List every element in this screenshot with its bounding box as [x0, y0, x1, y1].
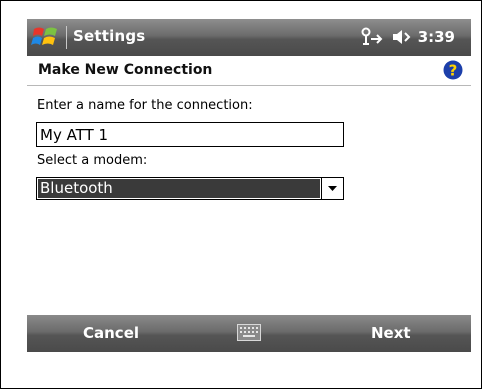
connection-name-label: Enter a name for the connection: [37, 98, 253, 113]
modem-select[interactable]: Bluetooth [36, 177, 344, 200]
app-title: Settings [73, 27, 146, 45]
page-title: Make New Connection [38, 62, 213, 78]
title-separator [66, 26, 67, 49]
volume-icon[interactable] [391, 27, 411, 47]
softkey-bar: Cancel Next [27, 315, 471, 352]
modem-selected-value[interactable]: Bluetooth [38, 179, 320, 198]
connectivity-icon[interactable] [360, 27, 384, 47]
help-icon[interactable]: ? [443, 60, 463, 80]
title-bar: Settings 3:39 [27, 19, 471, 56]
dropdown-button[interactable] [321, 178, 343, 199]
keyboard-icon[interactable] [237, 324, 261, 341]
modem-label: Select a modem: [37, 153, 148, 168]
connection-name-input[interactable] [36, 122, 344, 147]
dropdown-arrow-icon [328, 186, 337, 191]
page-header: Make New Connection ? [27, 56, 471, 86]
status-area: 3:39 [360, 26, 455, 48]
svg-text:?: ? [449, 62, 458, 80]
screen: Settings 3:39 Make New Connection ? Ente… [27, 19, 471, 352]
device-frame: Settings 3:39 Make New Connection ? Ente… [0, 0, 482, 389]
next-softkey[interactable]: Next [371, 324, 411, 342]
windows-start-icon[interactable] [31, 23, 61, 51]
clock[interactable]: 3:39 [418, 28, 455, 46]
cancel-softkey[interactable]: Cancel [83, 324, 139, 342]
